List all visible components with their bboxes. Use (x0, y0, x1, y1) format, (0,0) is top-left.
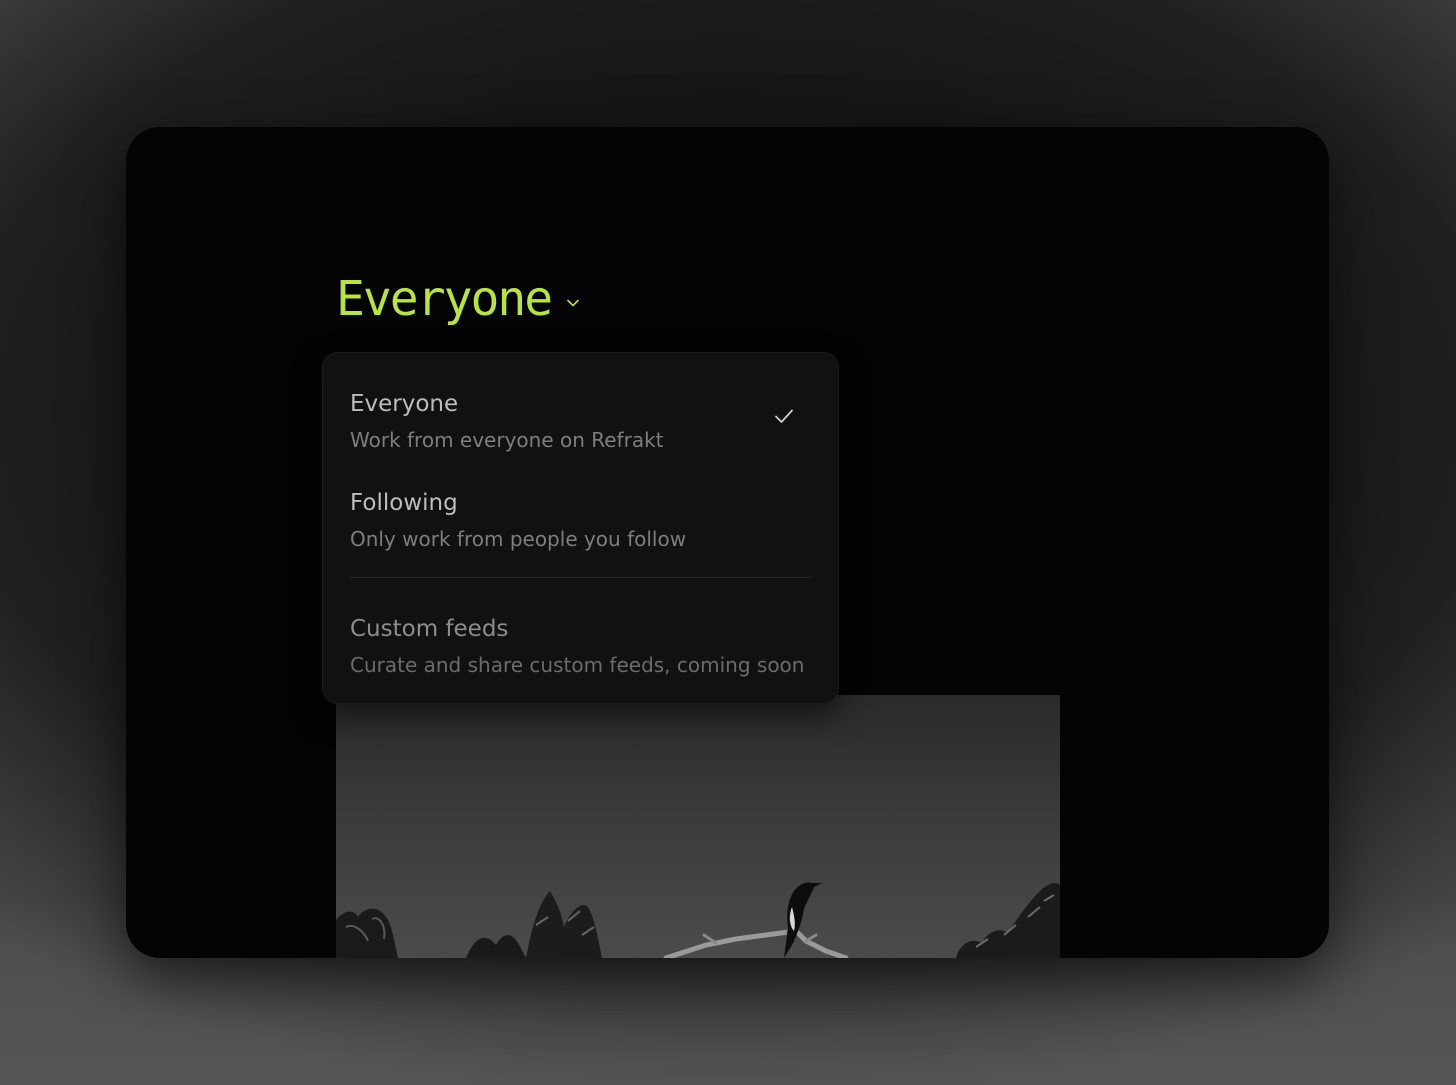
option-custom-feeds-title: Custom feeds (350, 616, 509, 642)
option-custom-feeds-description: Curate and share custom feeds, coming so… (350, 653, 805, 677)
feed-photo[interactable] (336, 695, 1060, 958)
feed-selector-title: Everyone (336, 271, 553, 327)
bird-photo-illustration (336, 882, 1060, 958)
option-everyone-description: Work from everyone on Refrakt (350, 428, 664, 452)
menu-divider (350, 577, 811, 578)
checkmark-icon (775, 409, 793, 423)
feed-dropdown-menu: Everyone Work from everyone on Refrakt F… (322, 352, 839, 704)
option-everyone[interactable]: Everyone Work from everyone on Refrakt (323, 375, 838, 465)
app-window: Everyone Everyone Work from everyone on … (126, 127, 1329, 958)
option-following-title: Following (350, 490, 458, 516)
option-following-description: Only work from people you follow (350, 527, 687, 551)
option-everyone-title: Everyone (350, 391, 459, 417)
option-following[interactable]: Following Only work from people you foll… (323, 474, 838, 564)
option-custom-feeds: Custom feeds Curate and share custom fee… (323, 600, 838, 690)
feed-selector-button[interactable]: Everyone (336, 275, 579, 323)
chevron-down-icon (567, 299, 579, 307)
